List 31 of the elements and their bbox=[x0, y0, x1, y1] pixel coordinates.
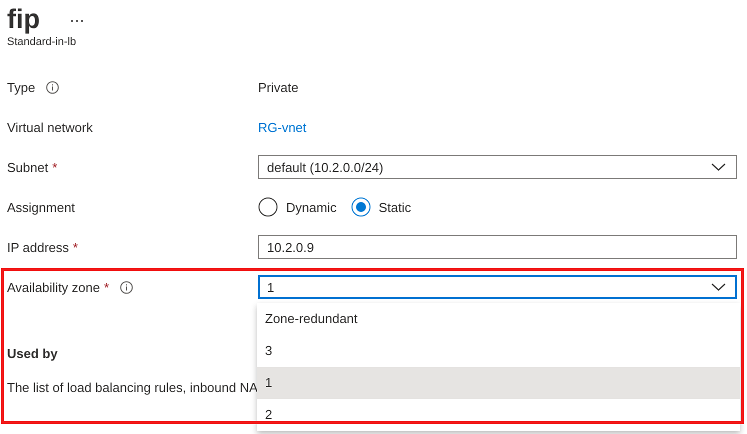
chevron-down-icon bbox=[711, 283, 726, 291]
field-label: Assignment bbox=[7, 200, 75, 214]
section-description: The list of load balancing rules, inbound NA bbox=[7, 379, 258, 397]
field-value: Private bbox=[258, 80, 298, 94]
radio-label: Static bbox=[378, 200, 412, 214]
field-label: Availability zone bbox=[7, 280, 100, 294]
dropdown-option[interactable]: 2 bbox=[257, 399, 740, 431]
section-heading: Used by bbox=[7, 345, 58, 363]
page-subtitle: Standard-in-lb bbox=[7, 36, 78, 48]
field-label: Subnet bbox=[7, 160, 48, 174]
dropdown-field[interactable]: default (10.2.0.0/24) bbox=[258, 155, 737, 179]
chevron-down-icon bbox=[711, 163, 726, 171]
network-link[interactable]: RG-vnet bbox=[258, 120, 306, 134]
info-icon[interactable] bbox=[120, 280, 134, 294]
text-field[interactable]: 10.2.0.9 bbox=[258, 235, 737, 259]
required-mark: * bbox=[72, 240, 78, 254]
radio-label: Dynamic bbox=[286, 200, 337, 214]
radio-button[interactable] bbox=[258, 197, 278, 217]
field-label: Type bbox=[7, 80, 36, 94]
required-mark: * bbox=[52, 160, 58, 174]
field-label: IP address bbox=[7, 240, 69, 254]
dropdown-option[interactable]: Zone-redundant bbox=[257, 303, 740, 335]
page-title: fip bbox=[7, 3, 40, 35]
dropdown-option[interactable]: 1 bbox=[257, 367, 740, 399]
field-label: Virtual network bbox=[7, 120, 93, 134]
required-mark: * bbox=[104, 280, 110, 294]
dropdown-option[interactable]: 3 bbox=[257, 335, 740, 367]
radio-button[interactable] bbox=[350, 197, 371, 217]
info-icon[interactable] bbox=[46, 80, 60, 94]
dropdown-field[interactable]: 1 bbox=[258, 275, 737, 299]
more-icon[interactable] bbox=[70, 19, 84, 23]
